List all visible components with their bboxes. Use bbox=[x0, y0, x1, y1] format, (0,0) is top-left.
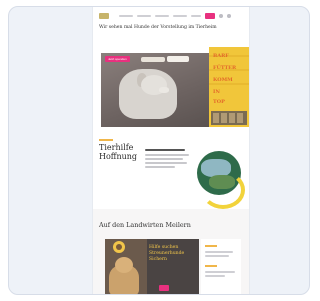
ad-text: IN bbox=[213, 89, 220, 95]
text-line bbox=[145, 154, 189, 156]
section-title-line: Tierhilfe bbox=[99, 143, 134, 152]
nav-item[interactable] bbox=[155, 15, 169, 17]
nav-item[interactable] bbox=[119, 15, 133, 17]
text-line bbox=[145, 162, 187, 164]
section-title-line: Hoffnung bbox=[99, 152, 138, 161]
intro-heading: Wir sehen mal Hunde der Vorstellung im T… bbox=[99, 25, 217, 30]
webpage-preview[interactable]: Wir sehen mal Hunde der Vorstellung im T… bbox=[93, 7, 249, 294]
stories-section: Auf den Landwirten Meilern Hilfe suchen … bbox=[93, 209, 249, 294]
nav-item[interactable] bbox=[173, 15, 187, 17]
nav-item[interactable] bbox=[137, 15, 151, 17]
ad-text: TOP bbox=[213, 99, 225, 105]
donate-button[interactable] bbox=[205, 13, 215, 19]
hero-image: Jetzt spenden bbox=[101, 53, 209, 127]
story-card[interactable]: Hilfe suchen Streunerhunde Sichern bbox=[105, 239, 199, 294]
ad-text: BARF bbox=[213, 53, 229, 59]
site-logo[interactable] bbox=[99, 13, 109, 19]
site-header bbox=[93, 7, 249, 23]
ad-image-strip bbox=[211, 111, 247, 125]
section-title: Auf den Landwirten Meilern bbox=[99, 221, 191, 229]
ad-text: KOMM bbox=[213, 77, 233, 83]
search-icon[interactable] bbox=[219, 14, 223, 18]
story-text: Hilfe suchen Streunerhunde Sichern bbox=[149, 245, 184, 263]
ad-text: FÜTTER bbox=[213, 65, 237, 71]
preview-card[interactable]: Wir sehen mal Hunde der Vorstellung im T… bbox=[8, 6, 310, 295]
text-line bbox=[145, 158, 183, 160]
badge-icon bbox=[113, 241, 125, 253]
story-text-line: Sichern bbox=[149, 257, 168, 262]
hero-section: Jetzt spenden BARF FÜTTER KOMM IN TOP bbox=[93, 43, 249, 127]
hero-cta-button[interactable]: Jetzt spenden bbox=[105, 56, 130, 62]
section-title: Tierhilfe Hoffnung bbox=[99, 143, 137, 161]
text-line bbox=[145, 149, 185, 151]
decorative-ring bbox=[201, 171, 245, 209]
feature-section: Tierhilfe Hoffnung bbox=[93, 127, 249, 209]
user-icon[interactable] bbox=[227, 14, 231, 18]
hero-caption bbox=[167, 56, 189, 62]
hero-caption bbox=[141, 57, 165, 62]
nav-item[interactable] bbox=[191, 15, 201, 17]
story-button[interactable] bbox=[159, 285, 169, 291]
section-kicker bbox=[99, 139, 113, 141]
text-line bbox=[145, 166, 175, 168]
story-image bbox=[105, 239, 147, 294]
sidebar-panel bbox=[201, 239, 241, 294]
ad-banner[interactable]: BARF FÜTTER KOMM IN TOP bbox=[209, 47, 249, 127]
